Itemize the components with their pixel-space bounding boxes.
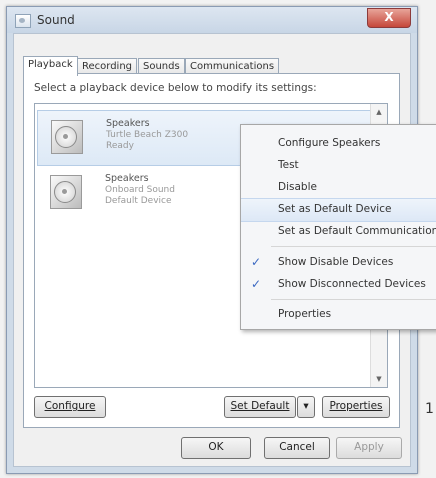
device-context-menu: Configure Speakers Test Disable Set as D… [240, 124, 436, 330]
menu-item-label: Properties [278, 308, 332, 320]
cancel-button[interactable]: Cancel [264, 437, 330, 459]
set-default-button[interactable]: Set Default [224, 396, 296, 418]
device-model: Turtle Beach Z300 [106, 130, 189, 140]
scroll-down-arrow-icon[interactable]: ▼ [371, 371, 387, 387]
menu-item-disable[interactable]: Disable [241, 177, 436, 199]
checkmark-icon: ✓ [251, 277, 262, 291]
menu-item-set-default-communication-device[interactable]: Set as Default Communication Device [241, 221, 436, 243]
device-status: Default Device [105, 196, 172, 206]
menu-separator [271, 299, 436, 300]
menu-item-label: Set as Default Communication Device [278, 225, 436, 237]
menu-item-properties[interactable]: Properties [241, 304, 436, 326]
menu-item-configure-speakers[interactable]: Configure Speakers [241, 133, 436, 155]
menu-item-set-default-device[interactable]: Set as Default Device [241, 198, 436, 222]
speaker-icon [51, 120, 83, 154]
menu-item-label: Show Disable Devices [278, 256, 394, 268]
ok-button[interactable]: OK [181, 437, 251, 459]
configure-button[interactable]: Configure [34, 396, 106, 418]
speaker-icon [50, 175, 82, 209]
menu-item-label: Test [278, 159, 299, 171]
configure-label: Configure [44, 400, 96, 412]
window-title: Sound [37, 13, 75, 27]
close-button[interactable]: X [367, 8, 411, 28]
set-default-label: Set Default [230, 400, 290, 412]
checkmark-icon: ✓ [251, 255, 262, 269]
device-model: Onboard Sound [105, 185, 175, 195]
scroll-up-arrow-icon[interactable]: ▲ [371, 104, 387, 120]
menu-item-show-disconnected-devices[interactable]: ✓ Show Disconnected Devices [241, 274, 436, 296]
title-bar[interactable]: Sound X [7, 7, 417, 33]
properties-label: Properties [329, 400, 383, 412]
menu-item-label: Disable [278, 181, 317, 193]
set-default-dropdown-arrow-icon[interactable]: ▾ [297, 396, 315, 418]
menu-item-label: Configure Speakers [278, 137, 381, 149]
menu-item-label: Set as Default Device [278, 203, 392, 215]
sound-app-icon [15, 14, 31, 28]
menu-item-label: Show Disconnected Devices [278, 278, 426, 290]
device-status: Ready [106, 141, 134, 151]
device-name: Speakers [105, 173, 149, 184]
apply-button[interactable]: Apply [336, 437, 402, 459]
instruction-text: Select a playback device below to modify… [34, 82, 317, 94]
stray-mark: 1 [425, 401, 434, 417]
tab-playback[interactable]: Playback [23, 56, 78, 76]
device-name: Speakers [106, 118, 150, 129]
menu-separator [271, 246, 436, 247]
menu-item-test[interactable]: Test [241, 155, 436, 177]
menu-item-show-disabled-devices[interactable]: ✓ Show Disable Devices [241, 252, 436, 274]
properties-button[interactable]: Properties [322, 396, 390, 418]
